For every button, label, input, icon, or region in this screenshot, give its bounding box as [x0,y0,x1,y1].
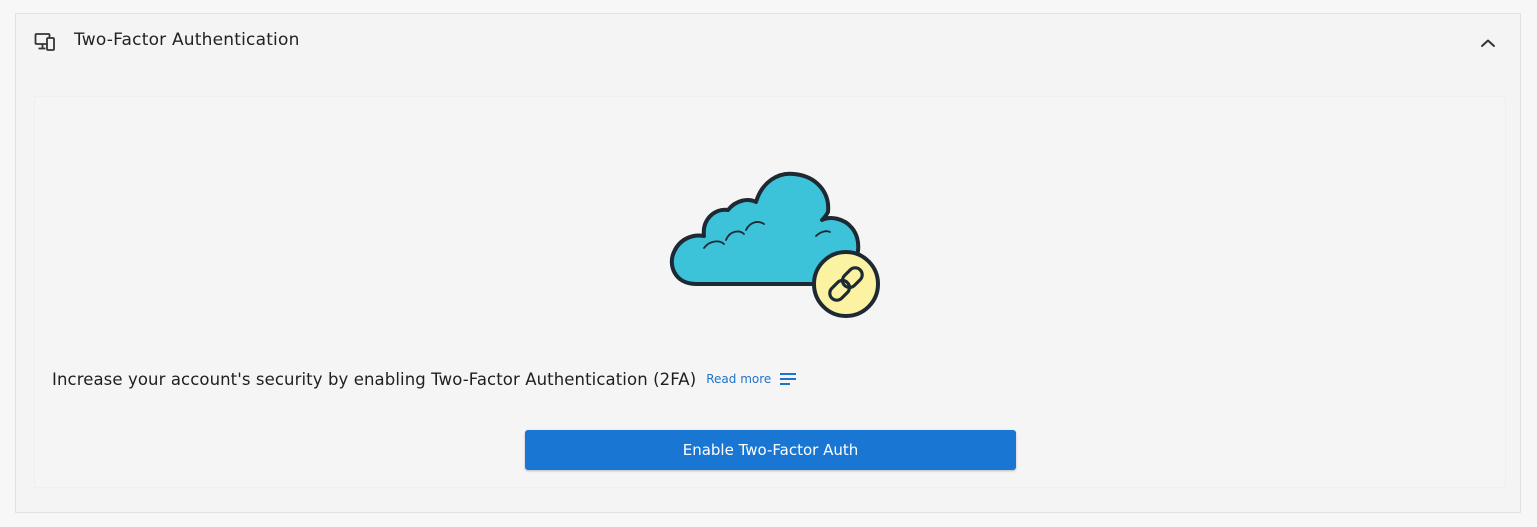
devices-icon [34,31,56,53]
read-more-label: Read more [706,372,772,386]
two-factor-panel: Two-Factor Authentication Increase your … [15,13,1521,513]
panel-header[interactable]: Two-Factor Authentication [16,14,1520,70]
security-message: Increase your account's security by enab… [52,369,697,389]
panel-title: Two-Factor Authentication [74,30,300,50]
lines-icon [779,372,797,386]
read-more-link[interactable]: Read more [706,372,797,386]
security-message-row: Increase your account's security by enab… [52,367,797,391]
content-card: Increase your account's security by enab… [34,96,1506,488]
collapse-button[interactable] [1476,30,1500,54]
cloud-link-icon [666,164,886,324]
chevron-up-icon [1480,33,1496,52]
enable-two-factor-button[interactable]: Enable Two-Factor Auth [525,430,1016,470]
